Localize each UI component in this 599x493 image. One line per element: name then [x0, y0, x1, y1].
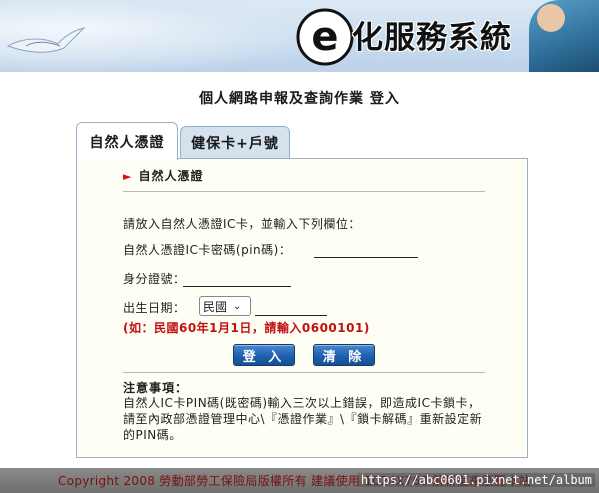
notes-divider	[123, 372, 485, 373]
era-select[interactable]: 民國 ⌄	[199, 296, 251, 316]
notes-title: 注意事項：	[123, 381, 189, 395]
red-arrow-icon: ►	[123, 170, 133, 183]
login-button[interactable]: 登 入	[233, 344, 295, 366]
id-label: 身分證號：	[123, 272, 186, 286]
clear-button[interactable]: 清 除	[313, 344, 375, 366]
watermark-url: https://abc0601.pixnet.net/album	[357, 473, 595, 487]
pin-label: 自然人憑證IC卡密碼(pin碼)：	[123, 243, 292, 257]
header-banner: e 化服務系統	[0, 0, 599, 72]
e-logo-icon: e	[296, 8, 354, 66]
birth-date-label: 出生日期：	[123, 301, 186, 315]
person-face	[537, 4, 565, 32]
instruction-text: 請放入自然人憑證IC卡，並輸入下列欄位：	[123, 217, 361, 231]
tab-health-card-household[interactable]: 健保卡+戶號	[180, 126, 290, 158]
footer: Copyright 2008 勞動部勞工保險局版權所有 建議使用 1024X76…	[0, 468, 599, 493]
pin-input[interactable]	[314, 257, 418, 258]
system-title: 化服務系統	[352, 20, 512, 56]
birth-date-example: (如：民國60年1月1日，請輸入0600101)	[123, 321, 370, 335]
chevron-down-icon: ⌄	[233, 300, 242, 312]
banner-person-image	[529, 0, 599, 72]
era-select-value: 民國	[203, 299, 228, 314]
notes-text: 自然人IC卡PIN碼(既密碼)輸入三次以上錯誤，即造成IC卡鎖卡，請至內政部憑證…	[123, 396, 483, 442]
birth-date-input[interactable]	[255, 315, 327, 316]
login-panel: ► 自然人憑證 請放入自然人憑證IC卡，並輸入下列欄位： 自然人憑證IC卡密碼(p…	[76, 158, 528, 458]
tab-natural-person-certificate[interactable]: 自然人憑證	[76, 122, 178, 160]
page-title: 個人網路申報及查詢作業 登入	[199, 91, 400, 107]
svg-text:e: e	[311, 14, 338, 60]
section-divider	[123, 191, 485, 192]
section-title: ► 自然人憑證	[123, 167, 203, 184]
section-title-label: 自然人憑證	[138, 169, 204, 183]
id-number-input[interactable]	[183, 286, 291, 287]
bird-icon	[6, 27, 86, 53]
